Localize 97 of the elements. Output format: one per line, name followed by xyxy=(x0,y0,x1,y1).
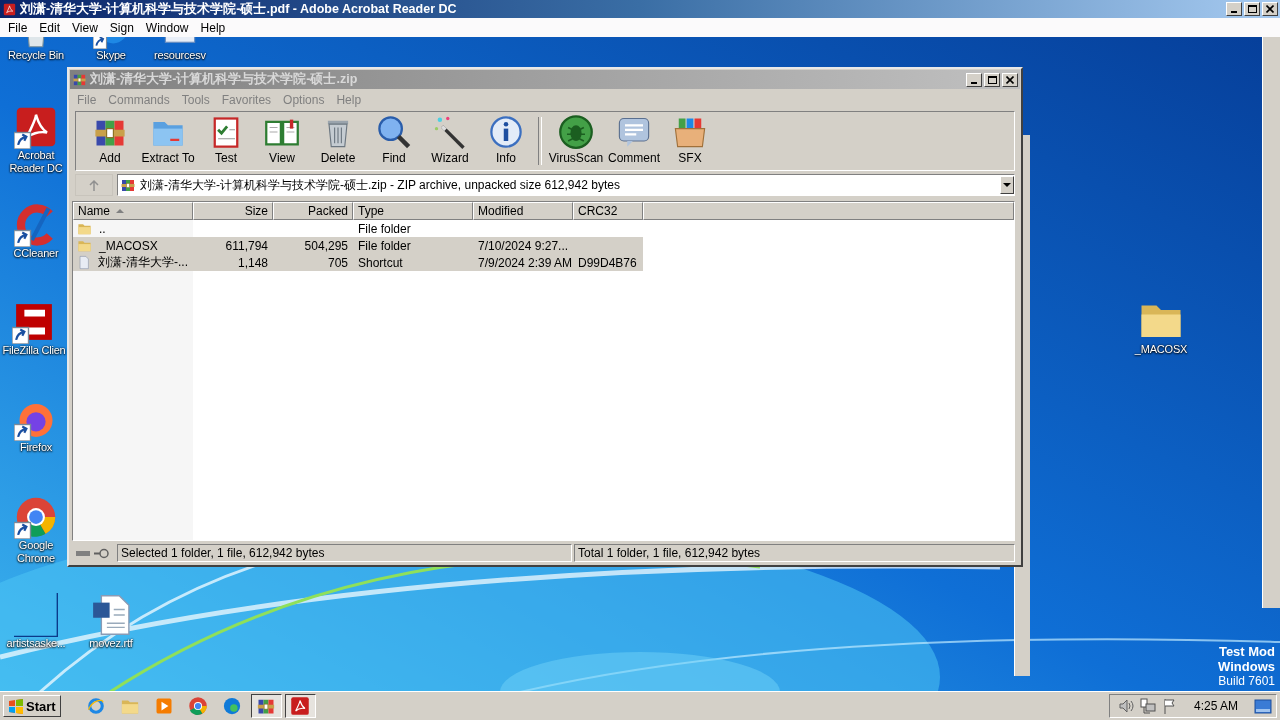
menu-item[interactable]: Edit xyxy=(33,20,67,35)
status-text: Total 1 folder, 1 file, 612,942 bytes xyxy=(574,544,1015,562)
minimize-button[interactable] xyxy=(966,72,982,87)
icon-label[interactable]: resourcesv xyxy=(154,49,206,62)
table-cell-text: 611,794 xyxy=(224,238,269,253)
toolbar-button[interactable]: Find xyxy=(366,114,422,168)
minimize-icon xyxy=(971,81,977,84)
icon-label[interactable]: FileZilla Clien xyxy=(2,344,66,357)
menu-item[interactable]: Sign xyxy=(103,20,140,35)
toolbar-button[interactable]: Wizard xyxy=(422,114,478,168)
file-name: 刘潇-清华大学-... xyxy=(97,254,189,271)
window-title: 刘潇-清华大学-计算机科学与技术学院-硕士.zip xyxy=(90,71,359,88)
info-icon xyxy=(488,114,524,150)
icon-label[interactable]: Recycle Bin xyxy=(8,49,64,62)
menu-item[interactable]: Window xyxy=(139,20,195,35)
network-icon xyxy=(1139,698,1156,714)
close-icon xyxy=(1266,5,1274,13)
menu-item[interactable]: View xyxy=(66,20,104,35)
table-cell-text: 7/9/2024 2:39 AM xyxy=(477,255,573,270)
toolbar-button[interactable]: Add xyxy=(82,114,138,168)
status-text: Selected 1 folder, 1 file, 612,942 bytes xyxy=(117,544,572,562)
flag-icon xyxy=(1161,698,1178,714)
column-header[interactable]: Packed xyxy=(273,202,353,220)
column-header[interactable]: Size xyxy=(193,202,273,220)
icon-label[interactable]: Acrobat Reader DC xyxy=(4,149,68,175)
maximize-icon xyxy=(1247,5,1257,13)
table-cell-text: 504,295 xyxy=(303,238,349,253)
table-cell-text: File folder xyxy=(357,221,412,236)
maximize-button[interactable] xyxy=(984,72,1000,87)
pdf-app-icon xyxy=(290,696,311,716)
table-cell-text: 7/10/2024 9:27... xyxy=(477,238,570,253)
show-desktop-icon xyxy=(1254,697,1272,715)
notice-text: Build 7601 xyxy=(1218,674,1275,689)
maximize-icon xyxy=(987,75,997,84)
column-header[interactable]: CRC32 xyxy=(573,202,643,220)
minimize-icon xyxy=(1231,11,1237,13)
key-icon xyxy=(93,547,109,559)
path-text: 刘潇-清华大学-计算机科学与技术学院-硕士.zip - ZIP archive, unpacked size 612,942 bytes xyxy=(140,176,621,194)
caret-icon xyxy=(1003,182,1011,188)
browser-icon xyxy=(188,696,209,716)
media-player-icon xyxy=(154,696,175,716)
toolbar-button[interactable]: Comment xyxy=(606,114,662,168)
bug-icon xyxy=(558,114,594,150)
icon-label[interactable]: Skype xyxy=(96,49,126,62)
sort-arrow-icon xyxy=(116,209,124,213)
pdf-app-icon xyxy=(3,2,16,16)
icon-label[interactable]: CCleaner xyxy=(13,247,59,260)
dropdown-button[interactable] xyxy=(1000,176,1014,194)
window-title: 刘潇-清华大学-计算机科学与技术学院-硕士.pdf - Adobe Acrobat Reader DC xyxy=(20,0,458,18)
column-header[interactable]: Name xyxy=(73,202,193,220)
toolbar-button[interactable]: SFX xyxy=(662,114,718,168)
table-cell-text: Shortcut xyxy=(357,255,404,270)
volume-icon xyxy=(1117,698,1134,714)
folder-icon xyxy=(77,221,92,236)
menu-item[interactable]: Help xyxy=(194,20,232,35)
table-cell-text: 1,148 xyxy=(236,255,269,270)
start-button[interactable]: Start xyxy=(3,695,61,717)
table-cell-text: 705 xyxy=(326,255,349,270)
path-field[interactable]: 刘潇-清华大学-计算机科学与技术学院-硕士.zip - ZIP archive, unpacked size 612,942 bytes xyxy=(117,174,1015,196)
column-header[interactable]: Type xyxy=(353,202,473,220)
column-header[interactable]: Modified xyxy=(473,202,573,220)
windows-logo-icon xyxy=(8,698,24,714)
toolbar-button[interactable]: Test xyxy=(198,114,254,168)
taskbar-button[interactable] xyxy=(284,694,316,718)
file-name: .. xyxy=(98,221,107,236)
minimize-button[interactable] xyxy=(1226,2,1242,16)
table-cell-text: File folder xyxy=(357,238,412,253)
toolbar-button[interactable]: View xyxy=(254,114,310,168)
file-row[interactable]: .. File folder xyxy=(73,220,643,237)
icon-label[interactable]: _MACOSX xyxy=(1134,343,1188,356)
magic-wand-icon xyxy=(432,114,468,150)
toolbar-button[interactable]: Extract To xyxy=(138,114,198,168)
toolbar-button[interactable]: VirusScan xyxy=(546,114,606,168)
close-icon xyxy=(1006,75,1014,84)
browser-icon xyxy=(222,696,243,716)
archive-books-icon xyxy=(72,72,87,87)
shortcut-file-icon xyxy=(77,255,91,270)
notice-text: Windows xyxy=(1218,659,1275,674)
archive-books-icon xyxy=(120,177,136,193)
folder-icon xyxy=(77,238,92,253)
menu-item[interactable]: File xyxy=(2,20,34,35)
close-button[interactable] xyxy=(1262,2,1278,16)
toolbar-button[interactable]: Delete xyxy=(310,114,366,168)
notice-text: Test Mod xyxy=(1218,644,1275,659)
clock[interactable]: 4:25 AM xyxy=(1193,699,1238,713)
search-icon xyxy=(376,114,412,150)
up-arrow-icon xyxy=(88,178,100,192)
scroll-bar[interactable] xyxy=(1262,37,1280,608)
close-button[interactable] xyxy=(1002,72,1018,87)
table-cell-text: D99D4B76 xyxy=(577,255,638,270)
file-row[interactable]: 刘潇-清华大学-... 1,148 705 Shortcut 7/9/2024 2:39 AM D99D4B76 xyxy=(73,254,643,271)
file-row[interactable]: _MACOSX 611,794 504,295 File folder 7/10/2024 9:27... xyxy=(73,237,643,254)
toolbar-button[interactable]: Info xyxy=(478,114,534,168)
browser-icon xyxy=(86,696,107,716)
file-name: _MACOSX xyxy=(98,238,159,253)
maximize-button[interactable] xyxy=(1244,2,1260,16)
taskbar-button[interactable] xyxy=(250,694,282,718)
